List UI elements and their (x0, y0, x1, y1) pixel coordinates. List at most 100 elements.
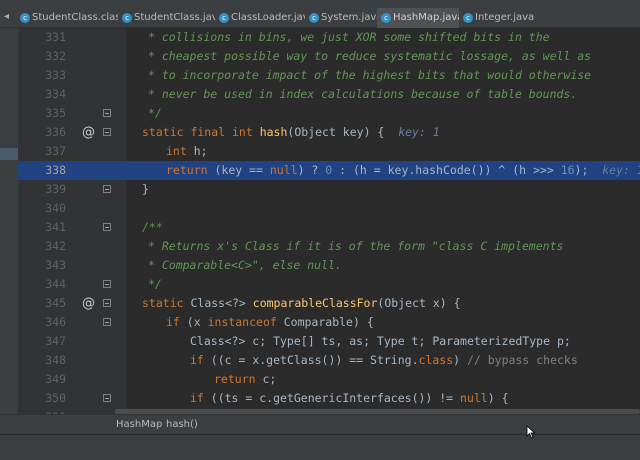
fold-icon[interactable] (103, 280, 111, 288)
code-line[interactable]: Class<?> c; Type[] ts, as; Type t; Param… (190, 332, 571, 351)
tab-label: Integer.java (475, 12, 535, 23)
override-annotation-icon[interactable]: @ (82, 294, 95, 313)
gutter-line: 333 (18, 66, 126, 85)
code-line-current[interactable]: return (key == null) ? 0 : (h = key.hash… (166, 161, 640, 180)
line-number: 332 (45, 49, 66, 63)
gutter-line: 348 (18, 351, 126, 370)
code-line-comment[interactable]: */ (148, 275, 162, 294)
code-line[interactable]: return c; (214, 370, 276, 389)
line-number: 345 (45, 296, 66, 310)
code-line-method-signature[interactable]: static Class<?> comparableClassFor(Objec… (142, 294, 461, 313)
tab-label: StudentClass.class (32, 12, 118, 23)
line-number: 338 (45, 163, 66, 177)
fold-icon[interactable] (103, 128, 111, 136)
gutter-line: 345 @ (18, 294, 126, 313)
line-number: 336 (45, 125, 66, 139)
line-number-gutter[interactable]: 331 332 333 334 335 336 @ 337 338 339 340… (18, 28, 126, 424)
line-number: 344 (45, 277, 66, 291)
close-icon[interactable]: × (538, 12, 539, 23)
code-line-comment[interactable]: * collisions in bins, we just XOR some s… (148, 28, 550, 47)
gutter-line: 344 (18, 275, 126, 294)
code-line-comment[interactable]: */ (148, 104, 162, 123)
code-line[interactable]: if ((c = x.getClass()) == String.class) … (190, 351, 578, 370)
tab-label: StudentClass.java (134, 12, 215, 23)
line-number: 342 (45, 239, 66, 253)
sidebar-marker[interactable] (0, 148, 18, 160)
tab-classloader-java[interactable]: c ClassLoader.java× (215, 8, 305, 28)
gutter-line: 332 (18, 47, 126, 66)
tab-system-java[interactable]: c System.java× (305, 8, 377, 28)
status-bar (0, 434, 640, 460)
tab-hashmap-java[interactable]: c HashMap.java× (377, 8, 459, 28)
debug-inline-hint: key: 1 (602, 163, 640, 177)
tab-studentclass-java[interactable]: c StudentClass.java× (118, 8, 215, 28)
breadcrumb-item-method[interactable]: hash() (166, 415, 198, 434)
left-tool-sidebar (0, 28, 18, 428)
code-line-comment[interactable]: /** (142, 218, 163, 237)
override-annotation-icon[interactable]: @ (82, 123, 95, 142)
line-number: 331 (45, 30, 66, 44)
gutter-line: 334 (18, 85, 126, 104)
line-number: 347 (45, 334, 66, 348)
gutter-line: 341 (18, 218, 126, 237)
fold-icon[interactable] (103, 394, 111, 402)
line-number: 350 (45, 391, 66, 405)
code-editor[interactable]: * collisions in bins, we just XOR some s… (126, 28, 640, 414)
code-line-comment[interactable]: * cheapest possible way to reduce system… (148, 47, 591, 66)
debug-inline-hint: key: 1 (398, 125, 440, 139)
gutter-line: 350 (18, 389, 126, 408)
code-line[interactable]: int h; (166, 142, 208, 161)
code-line-comment[interactable]: * never be used in index calculations be… (148, 85, 577, 104)
gutter-line: 343 (18, 256, 126, 275)
code-line-comment[interactable]: * to incorporate impact of the highest b… (148, 66, 591, 85)
gutter-line-current: 338 (18, 161, 126, 180)
line-number: 333 (45, 68, 66, 82)
editor-tab-bar: ◂ c StudentClass.class× c StudentClass.j… (0, 0, 640, 28)
line-number: 339 (45, 182, 66, 196)
fold-icon[interactable] (103, 318, 111, 326)
fold-icon[interactable] (103, 299, 111, 307)
code-line[interactable]: } (142, 180, 149, 199)
line-number: 349 (45, 372, 66, 386)
gutter-line: 335 (18, 104, 126, 123)
code-line-method-signature[interactable]: static final int hash(Object key) { key:… (142, 123, 440, 142)
line-number: 348 (45, 353, 66, 367)
tab-menu-icon[interactable]: ◂ (4, 11, 9, 22)
java-class-icon: c (309, 13, 319, 23)
fold-icon[interactable] (103, 185, 111, 193)
code-line[interactable]: if ((ts = c.getGenericInterfaces()) != n… (190, 389, 509, 408)
class-file-icon: c (20, 13, 30, 23)
tab-label: ClassLoader.java (231, 12, 305, 23)
gutter-line: 342 (18, 237, 126, 256)
gutter-line: 349 (18, 370, 126, 389)
java-class-icon: c (122, 13, 132, 23)
line-number: 341 (45, 220, 66, 234)
gutter-line: 347 (18, 332, 126, 351)
gutter-line: 339 (18, 180, 126, 199)
gutter-line: 336 @ (18, 123, 126, 142)
code-line-comment[interactable]: * Comparable<C>", else null. (148, 256, 342, 275)
gutter-line: 346 (18, 313, 126, 332)
code-line-comment[interactable]: * Returns x's Class if it is of the form… (148, 237, 563, 256)
tab-studentclass-class[interactable]: c StudentClass.class× (16, 8, 118, 28)
line-number: 334 (45, 87, 66, 101)
fold-icon[interactable] (103, 109, 111, 117)
tab-label: System.java (321, 12, 377, 23)
mouse-cursor-icon (526, 425, 536, 439)
line-number: 343 (45, 258, 66, 272)
code-line[interactable]: if (x instanceof Comparable) { (166, 313, 374, 332)
line-number: 340 (45, 201, 66, 215)
gutter-line: 337 (18, 142, 126, 161)
fold-icon[interactable] (103, 223, 111, 231)
java-class-icon: c (219, 13, 229, 23)
gutter-line: 331 (18, 28, 126, 47)
line-number: 346 (45, 315, 66, 329)
tab-label: HashMap.java (393, 12, 459, 23)
breadcrumb: HashMap › hash() (0, 414, 640, 434)
java-class-icon: c (463, 13, 473, 23)
line-number: 337 (45, 144, 66, 158)
tab-integer-java[interactable]: c Integer.java× (459, 8, 539, 28)
breadcrumb-separator: › (156, 419, 160, 430)
gutter-line: 340 (18, 199, 126, 218)
line-number: 335 (45, 106, 66, 120)
